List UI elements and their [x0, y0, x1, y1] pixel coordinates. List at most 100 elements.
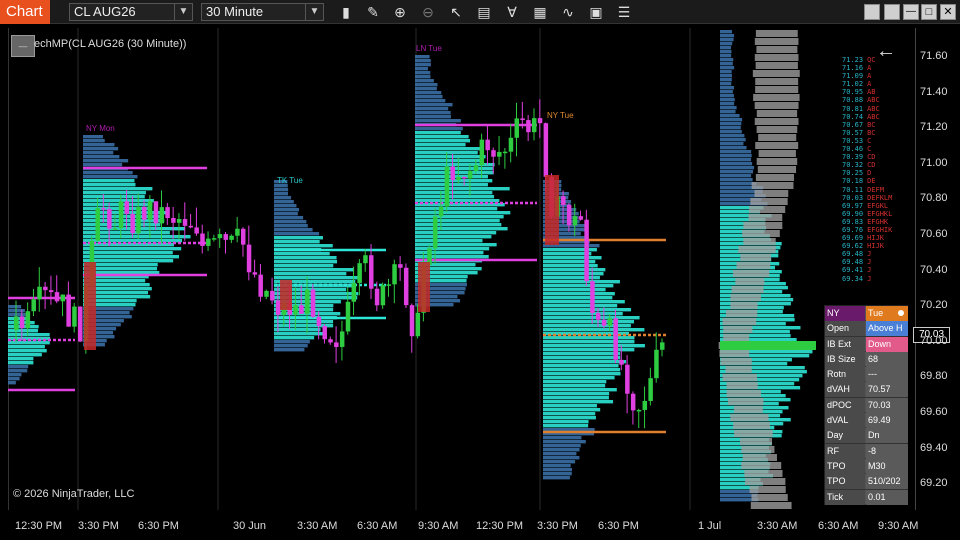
- tpo-row: 70.03 DEFKLM: [842, 194, 892, 202]
- panel-row: Open Above H: [825, 321, 908, 337]
- profile-bar: [415, 251, 484, 255]
- panel-key: RF: [825, 443, 865, 459]
- candle-body: [520, 118, 525, 121]
- tpo-price: 70.53: [842, 136, 864, 145]
- candle-body: [433, 216, 438, 249]
- profile-bar: [8, 305, 22, 309]
- candle-body: [531, 118, 537, 133]
- candle-body: [200, 233, 205, 246]
- collapse-button[interactable]: —: [11, 35, 35, 57]
- profile-bar: [415, 235, 492, 239]
- tpo-letters: BC: [867, 128, 876, 137]
- composite-edge: [728, 398, 764, 405]
- candle-body: [66, 294, 71, 327]
- composite-edge: [730, 294, 761, 301]
- tpo-row: 71.16 A: [842, 64, 892, 72]
- profile-bar: [274, 236, 323, 240]
- candle-body: [25, 311, 31, 329]
- composite-edge: [720, 358, 752, 365]
- profile-bar: [274, 204, 297, 208]
- price-tick: 71.40: [920, 85, 948, 98]
- candle-body: [147, 201, 153, 220]
- session-label: LN Tue: [416, 44, 442, 53]
- profile-bar: [415, 143, 466, 147]
- profile-bar: [720, 42, 733, 46]
- profile-bar: [415, 247, 490, 251]
- profile-bar: [543, 280, 620, 284]
- composite-edge: [735, 278, 765, 285]
- profile-bar: [83, 191, 146, 195]
- candle-body: [456, 176, 461, 181]
- price-tick: 69.60: [920, 406, 948, 418]
- candle-body: [316, 316, 322, 327]
- tpo-row: 70.11 DEFM: [842, 186, 892, 194]
- candle-body: [444, 166, 450, 207]
- profile-bar: [543, 284, 614, 288]
- panel-key: TPO: [825, 458, 865, 474]
- profile-bar: [720, 114, 740, 118]
- tpo-row: 69.97 EFGKL: [842, 202, 892, 210]
- profile-bar: [274, 192, 288, 196]
- profile-bar: [720, 122, 742, 126]
- profile-bar: [720, 134, 745, 138]
- candle-body: [380, 284, 386, 306]
- profile-bar: [543, 312, 623, 316]
- tpo-letters: C: [867, 136, 872, 145]
- session-label: NY Tue: [547, 111, 574, 120]
- profile-bar: [543, 468, 572, 472]
- profile-bar: [543, 304, 618, 308]
- profile-bar: [83, 199, 154, 203]
- composite-edge: [755, 30, 798, 37]
- candle-body: [497, 151, 502, 157]
- composite-edge: [743, 238, 776, 245]
- profile-bar: [415, 159, 481, 163]
- candle-body: [386, 284, 391, 286]
- composite-edge: [740, 254, 771, 261]
- composite-edge: [743, 222, 783, 229]
- candle-body: [48, 290, 54, 293]
- profile-bar: [720, 70, 732, 74]
- composite-edge: [722, 374, 757, 381]
- profile-bar: [274, 272, 347, 276]
- profile-bar: [415, 211, 511, 215]
- tpo-price: 69.41: [842, 266, 864, 275]
- profile-bar: [83, 183, 136, 187]
- composite-edge: [751, 494, 788, 501]
- panel-key: dVAL: [825, 413, 865, 429]
- profile-bar: [274, 328, 321, 332]
- profile-bar: [8, 373, 22, 377]
- candle-body: [194, 227, 199, 234]
- composite-edge: [757, 166, 797, 173]
- candle-body: [293, 305, 298, 315]
- profile-bar: [415, 83, 438, 87]
- panel-row: TPO M30: [825, 458, 908, 475]
- profile-bar: [543, 456, 580, 460]
- profile-bar: [415, 59, 431, 63]
- profile-bar: [83, 203, 153, 207]
- status-dot-icon: [898, 310, 904, 316]
- panel-key: dVAH: [825, 382, 865, 398]
- panel-value: 68: [866, 351, 908, 367]
- tpo-row: 70.74 ABC: [842, 113, 892, 121]
- profile-bar: [415, 87, 437, 91]
- profile-bar: [720, 82, 732, 86]
- composite-edge: [754, 118, 799, 125]
- time-tick: 30 Jun: [233, 520, 267, 532]
- profile-bar: [415, 71, 431, 75]
- tpo-letters: EFGHK: [867, 217, 889, 226]
- candle-body: [176, 219, 182, 223]
- candle-body: [578, 216, 584, 220]
- composite-edge: [723, 326, 753, 333]
- profile-bar: [274, 228, 313, 232]
- panel-value: Down: [866, 336, 908, 352]
- candle-body: [14, 316, 19, 330]
- composite-edge: [758, 150, 796, 157]
- profile-bar: [720, 102, 735, 106]
- profile-bar: [274, 244, 333, 248]
- candle-body: [572, 216, 578, 226]
- composite-edge: [733, 406, 763, 413]
- profile-bar: [720, 106, 737, 110]
- composite-edge: [754, 54, 799, 61]
- candle-body: [112, 228, 118, 230]
- price-tick: 70.20: [920, 299, 948, 312]
